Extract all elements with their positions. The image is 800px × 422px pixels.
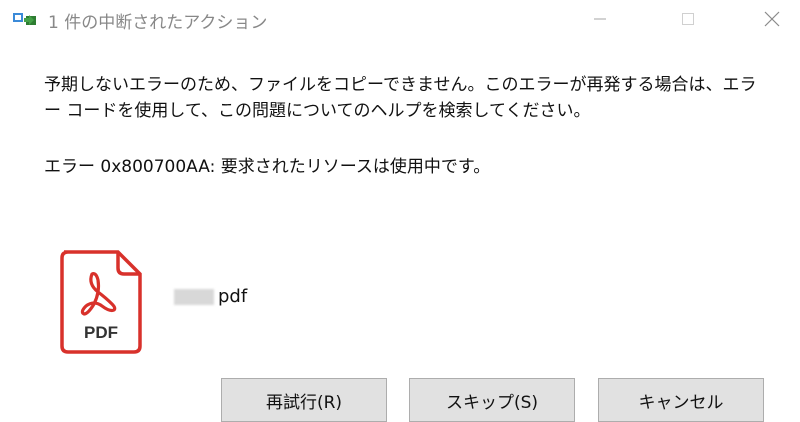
maximize-icon <box>682 13 694 25</box>
cancel-button[interactable]: キャンセル <box>598 378 764 422</box>
close-icon <box>764 11 780 27</box>
file-name: pdf <box>174 286 247 307</box>
title-bar: 1 件の中断されたアクション <box>0 0 800 38</box>
maximize-button[interactable] <box>660 0 716 38</box>
message-line-2: ー コードを使用して、この問題についてのヘルプを検索してください。 <box>44 101 591 121</box>
pdf-file-icon: PDF <box>60 250 142 354</box>
retry-button[interactable]: 再試行(R) <box>221 378 387 422</box>
error-message: 予期しないエラーのため、ファイルをコピーできません。このエラーが再発する場合は、… <box>44 72 774 124</box>
message-line-1: 予期しないエラーのため、ファイルをコピーできません。このエラーが再発する場合は、… <box>44 75 757 95</box>
error-code-line: エラー 0x800700AA: 要求されたリソースは使用中です。 <box>44 157 491 177</box>
copy-action-icon <box>13 13 36 25</box>
pdf-icon-label: PDF <box>84 323 118 342</box>
redacted-filename <box>174 288 214 305</box>
window-title: 1 件の中断されたアクション <box>48 13 268 33</box>
close-button[interactable] <box>744 0 800 38</box>
minimize-icon <box>594 18 606 20</box>
file-extension: pdf <box>218 286 248 307</box>
skip-button[interactable]: スキップ(S) <box>409 378 575 422</box>
minimize-button[interactable] <box>572 0 628 38</box>
